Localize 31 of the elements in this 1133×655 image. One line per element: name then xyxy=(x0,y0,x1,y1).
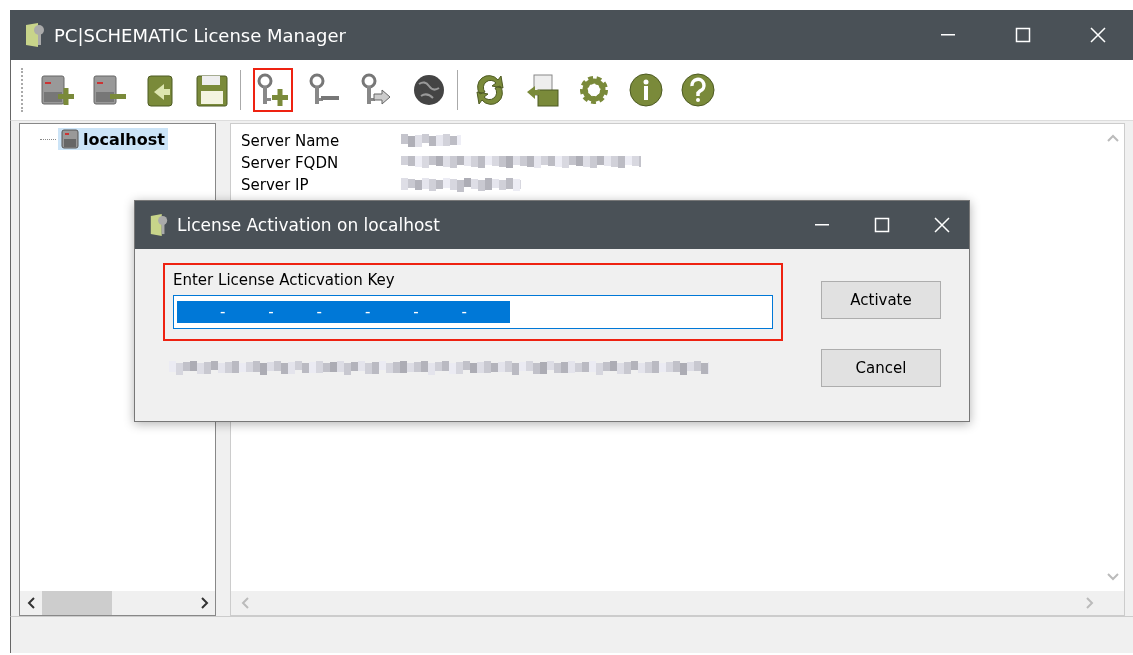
scroll-right-icon[interactable] xyxy=(199,597,209,609)
property-label: Server Name xyxy=(241,132,341,150)
blurred-value xyxy=(401,134,461,148)
toolbar-button[interactable] xyxy=(253,68,293,112)
maximize-icon xyxy=(873,217,890,233)
window-title: PC|SCHEMATIC License Manager xyxy=(54,24,347,46)
server-icon xyxy=(61,129,79,149)
activate-button[interactable]: Activate xyxy=(821,281,941,319)
close-icon xyxy=(1090,27,1106,43)
scroll-left-icon[interactable] xyxy=(26,597,36,609)
cancel-button[interactable]: Cancel xyxy=(821,349,941,387)
property-label: Server IP xyxy=(241,176,310,194)
help-icon xyxy=(680,72,716,108)
license-key-field[interactable]: - - - - - - xyxy=(173,295,773,329)
globe-icon xyxy=(411,72,447,108)
property-label: Server FQDN xyxy=(241,154,340,172)
save-icon xyxy=(194,72,230,108)
field-label: Enter License Acticvation Key xyxy=(173,271,396,289)
horizontal-scrollbar[interactable] xyxy=(20,591,215,615)
info-icon xyxy=(628,72,664,108)
server-add-icon xyxy=(38,72,74,108)
key-add-icon xyxy=(255,72,291,108)
app-icon xyxy=(24,21,46,49)
tree-item[interactable]: localhost xyxy=(58,128,168,150)
close-icon xyxy=(933,217,950,233)
dialog-title: License Activation on localhost xyxy=(177,215,441,235)
minimize-icon xyxy=(941,34,955,36)
maximize-icon xyxy=(1015,27,1031,43)
minimize-icon xyxy=(814,224,829,226)
app-icon xyxy=(149,212,169,238)
server-remove-icon xyxy=(90,72,126,108)
